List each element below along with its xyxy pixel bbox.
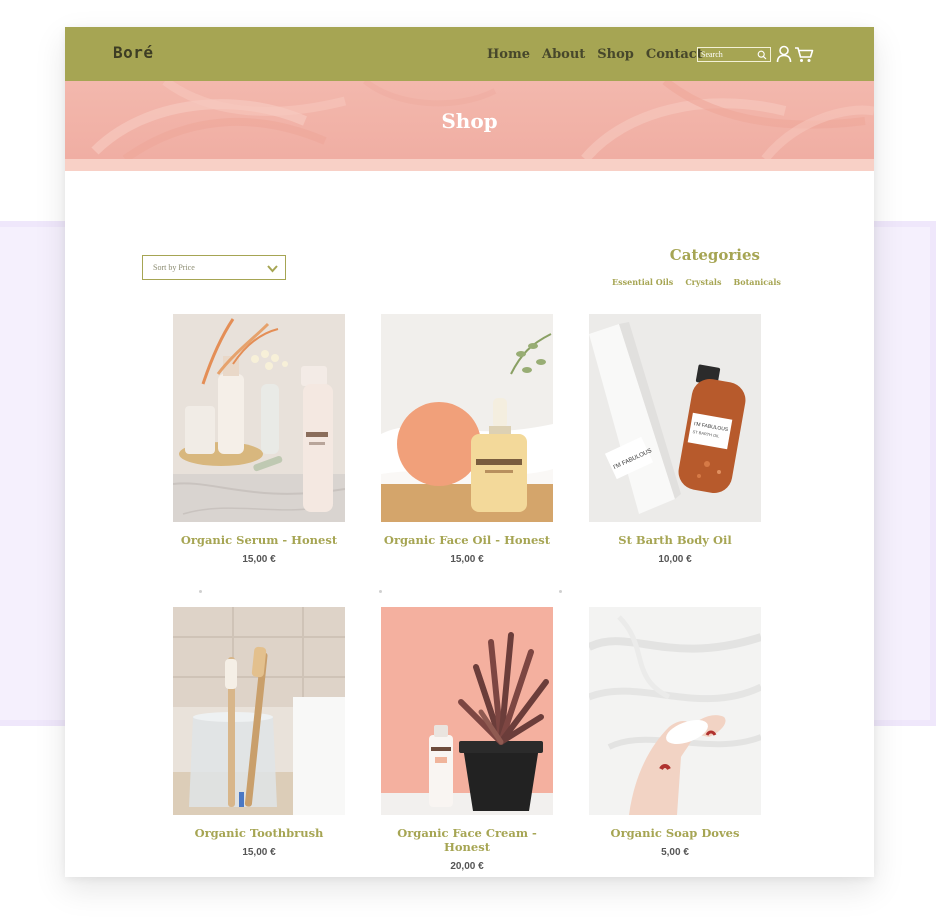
product-name[interactable]: Organic Face Cream - Honest bbox=[381, 826, 553, 854]
product-card: Organic Soap Doves 5,00 € bbox=[589, 607, 761, 858]
navbar: Boré Home About Shop Contact bbox=[65, 27, 874, 81]
category-essential-oils[interactable]: Essential Oils bbox=[612, 277, 673, 287]
separator-dot bbox=[199, 590, 202, 593]
product-name[interactable]: Organic Toothbrush bbox=[173, 826, 345, 840]
product-name[interactable]: Organic Soap Doves bbox=[589, 826, 761, 840]
nav-link-contact[interactable]: Contact bbox=[646, 47, 703, 62]
product-price: 15,00 € bbox=[450, 554, 484, 565]
product-name[interactable]: Organic Face Oil - Honest bbox=[381, 533, 553, 547]
product-price: 15,00 € bbox=[242, 847, 276, 858]
product-card: Organic Face Cream - Honest 20,00 € bbox=[381, 607, 553, 872]
page-title: Shop bbox=[441, 109, 498, 133]
product-price: 20,00 € bbox=[450, 861, 484, 872]
category-links: Essential Oils Crystals Botanicals bbox=[612, 277, 781, 287]
product-card: Organic Toothbrush 15,00 € bbox=[173, 607, 345, 858]
product-card: Organic Serum - Honest 15,00 € bbox=[173, 314, 345, 565]
product-image[interactable] bbox=[589, 607, 761, 815]
user-icon[interactable] bbox=[776, 45, 792, 63]
search-icon[interactable] bbox=[757, 50, 767, 60]
cart-icon[interactable] bbox=[794, 46, 814, 63]
category-botanicals[interactable]: Botanicals bbox=[733, 277, 780, 287]
product-price: 10,00 € bbox=[658, 554, 692, 565]
nav-link-shop[interactable]: Shop bbox=[597, 47, 634, 62]
product-price: 5,00 € bbox=[661, 847, 689, 858]
product-card: Organic Face Oil - Honest 15,00 € bbox=[381, 314, 553, 565]
separator-dot bbox=[379, 590, 382, 593]
product-image[interactable] bbox=[173, 314, 345, 522]
product-image[interactable] bbox=[173, 607, 345, 815]
hero-strip bbox=[65, 159, 874, 171]
separator-dot bbox=[559, 590, 562, 593]
nav-links: Home About Shop Contact bbox=[487, 47, 715, 62]
hero-banner: Shop bbox=[65, 81, 874, 159]
brand-logo[interactable]: Boré bbox=[113, 43, 154, 62]
product-image[interactable] bbox=[381, 607, 553, 815]
search-input[interactable] bbox=[698, 48, 756, 61]
product-price: 15,00 € bbox=[242, 554, 276, 565]
product-name[interactable]: St Barth Body Oil bbox=[589, 533, 761, 547]
chevron-down-icon bbox=[267, 265, 278, 273]
product-image[interactable] bbox=[381, 314, 553, 522]
product-card: I'M FABULOUS I'M FABULOUS ST BARTH OIL S… bbox=[589, 314, 761, 565]
category-crystals[interactable]: Crystals bbox=[685, 277, 721, 287]
sort-select[interactable]: Sort by Price bbox=[142, 255, 286, 280]
nav-link-home[interactable]: Home bbox=[487, 47, 530, 62]
sort-label: Sort by Price bbox=[153, 263, 195, 272]
nav-link-about[interactable]: About bbox=[542, 47, 585, 62]
product-name[interactable]: Organic Serum - Honest bbox=[173, 533, 345, 547]
search-box bbox=[697, 47, 771, 62]
categories-title: Categories bbox=[669, 246, 760, 264]
product-image[interactable]: I'M FABULOUS I'M FABULOUS ST BARTH OIL bbox=[589, 314, 761, 522]
shop-page: Boré Home About Shop Contact Search Shop… bbox=[65, 27, 874, 877]
